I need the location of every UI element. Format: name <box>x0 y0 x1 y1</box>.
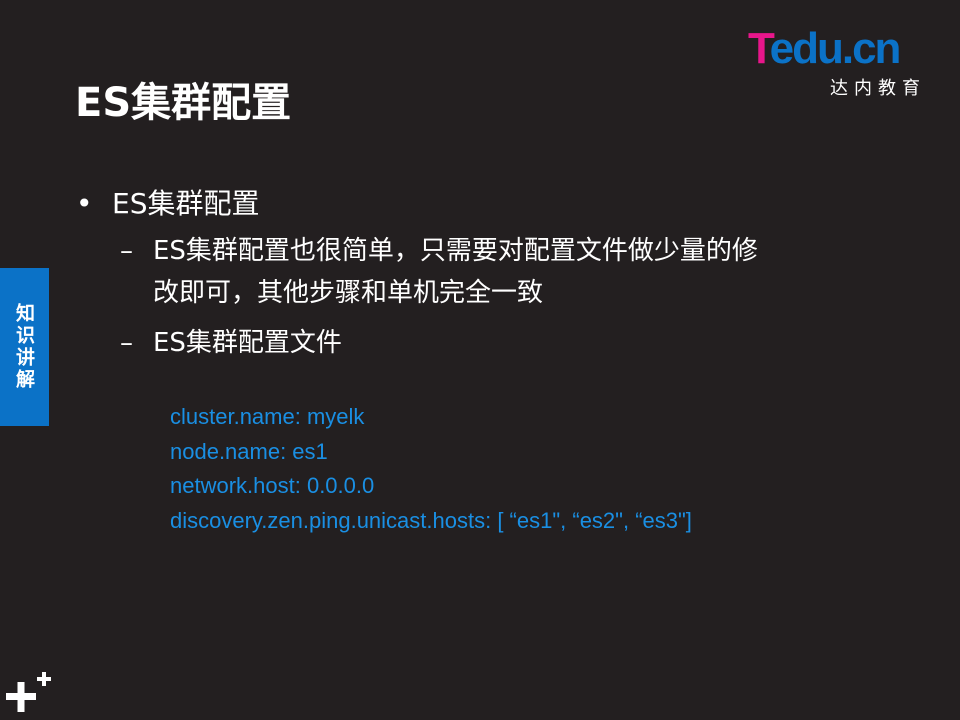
config-line: discovery.zen.ping.unicast.hosts: [ “es1… <box>170 507 692 533</box>
bullet-item: • ES集群配置 <box>76 182 259 222</box>
slide-title: ES集群配置 <box>75 80 292 126</box>
sub-item-2-text: ES集群配置文件 <box>153 328 342 358</box>
config-line: node.name: es1 <box>170 438 328 464</box>
sub-item-1: – ES集群配置也很简单，只需要对配置文件做少量的修 改即可，其他步骤和单机完全一… <box>120 230 840 314</box>
sub-item-1-text: ES集群配置也很简单，只需要对配置文件做少量的修 <box>153 236 758 266</box>
tedu-logo: Tedu.cn 达内教育 <box>748 24 928 100</box>
logo-brand-first: T <box>748 24 772 73</box>
side-tab-label: 知识讲解 <box>13 303 35 391</box>
sub-item-1-line2: 改即可，其他步骤和单机完全一致 <box>153 278 544 308</box>
config-code-block: cluster.name: myelk node.name: es1 netwo… <box>170 400 692 538</box>
dash-marker: – <box>120 328 133 358</box>
logo-subtitle: 达内教育 <box>830 78 926 99</box>
config-line: cluster.name: myelk <box>170 404 365 429</box>
dash-marker: – <box>120 236 133 266</box>
plus-plus-icon <box>6 672 51 712</box>
logo-brand-rest: edu.cn <box>769 24 902 73</box>
bullet-text: ES集群配置 <box>112 187 260 220</box>
bullet-marker: • <box>76 187 93 220</box>
logo-brand: Tedu.cn <box>748 24 902 74</box>
config-line: network.host: 0.0.0.0 <box>170 473 375 498</box>
sub-item-2: – ES集群配置文件 <box>120 322 342 364</box>
sub-item-1-line1: – ES集群配置也很简单，只需要对配置文件做少量的修 <box>120 230 840 272</box>
side-tab: 知识讲解 <box>0 268 49 426</box>
